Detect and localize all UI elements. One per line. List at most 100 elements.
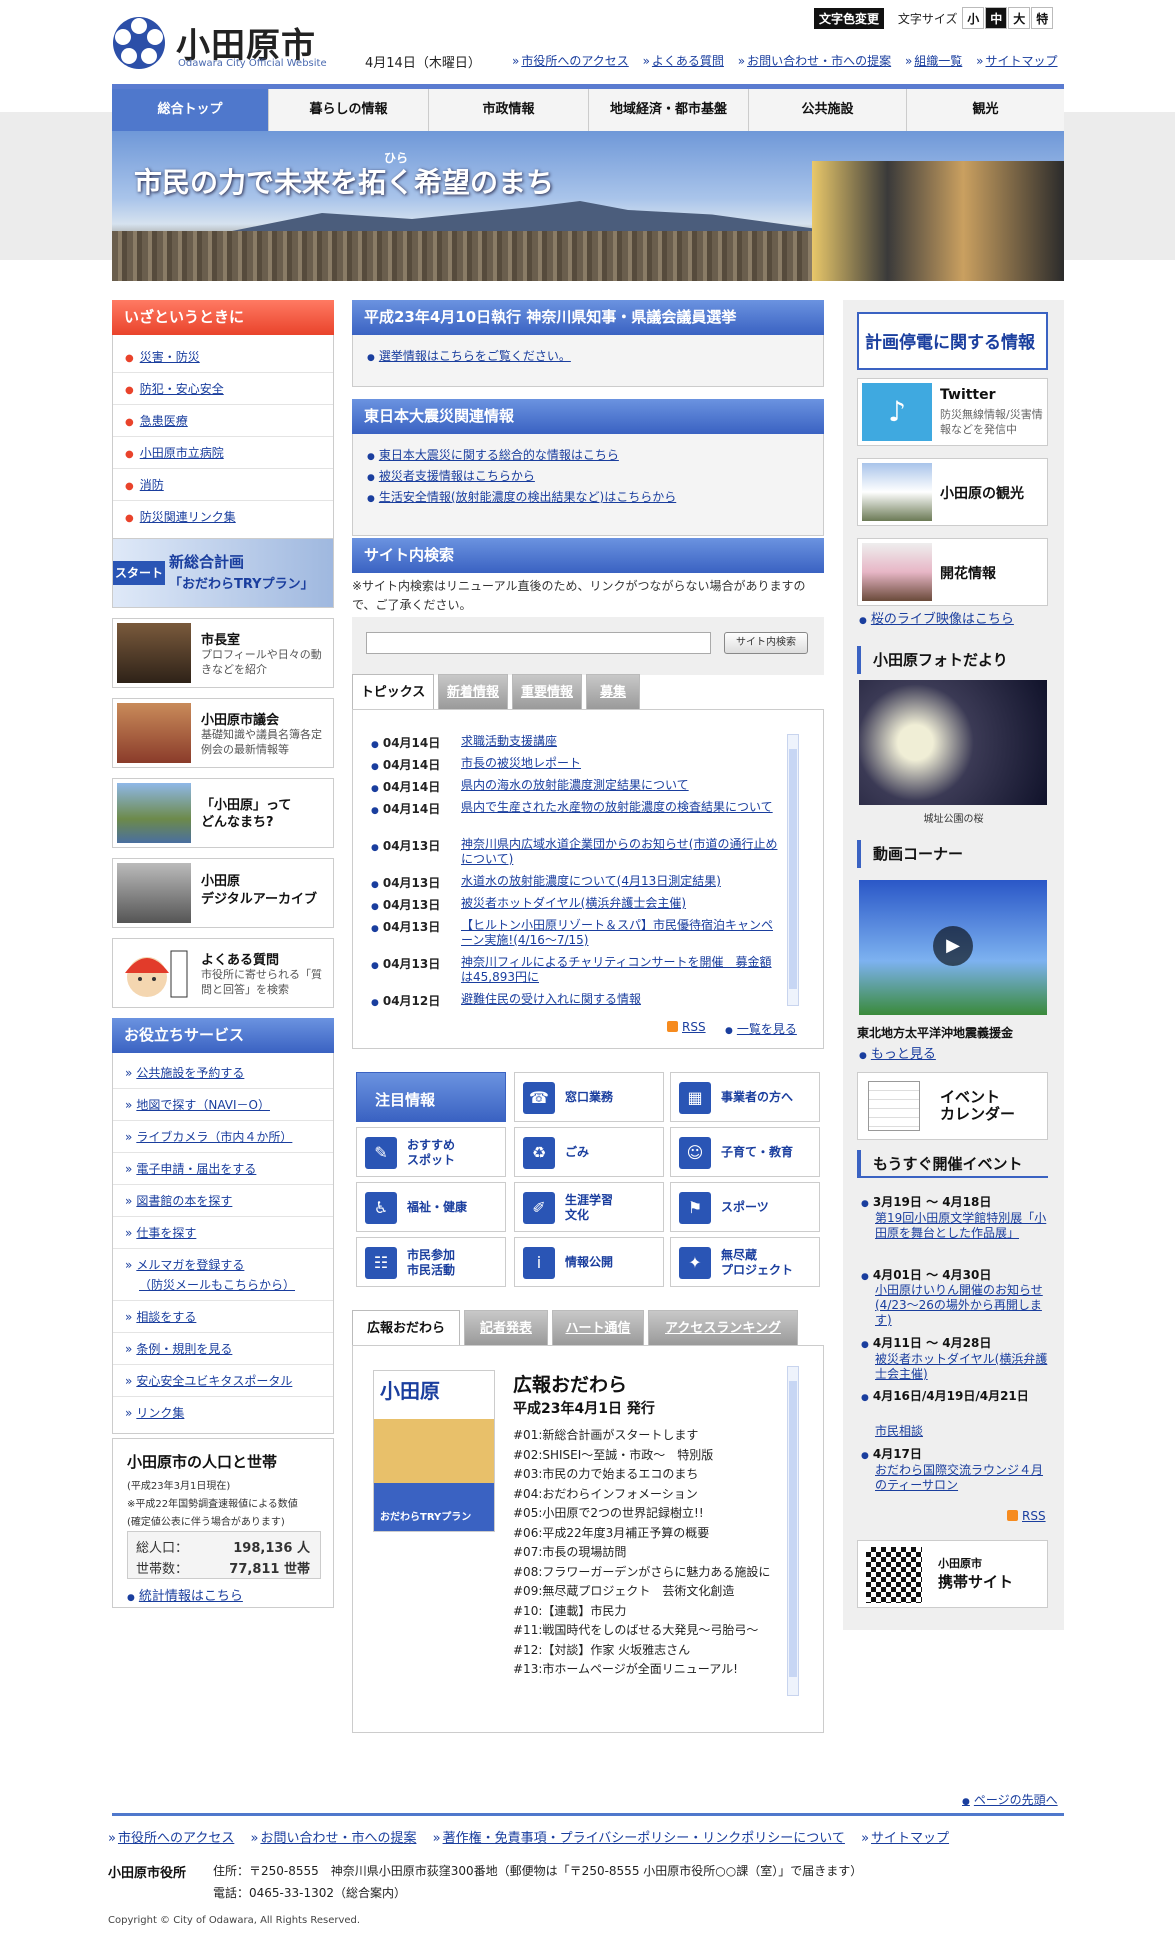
service-item[interactable]: 電子申請・届出をする [113, 1153, 333, 1185]
nav-tourism[interactable]: 観光 [907, 89, 1064, 131]
text-color-button[interactable]: 文字色変更 [814, 8, 885, 29]
tab-important[interactable]: 重要情報 [512, 674, 582, 710]
about-city-banner[interactable]: 「小田原」って どんなまち? [112, 778, 334, 848]
tile-welfare[interactable]: ♿ 福祉・健康 [356, 1182, 506, 1232]
emergency-link[interactable]: 小田原市立病院 [140, 446, 224, 460]
blossom-banner[interactable]: 開花情報 [857, 538, 1048, 606]
mobile-site-banner[interactable]: 小田原市 携帯サイト [857, 1540, 1048, 1608]
footer-link-sitemap[interactable]: サイトマップ [861, 1831, 949, 1846]
movie-more-link[interactable]: もっと見る [859, 1043, 936, 1062]
service-link[interactable]: リンク集 [136, 1406, 184, 1420]
nav-economy[interactable]: 地域経済・都市基盤 [589, 89, 749, 131]
news-link[interactable]: 県内の海水の放射能濃度測定結果について [461, 778, 781, 793]
news-link[interactable]: 神奈川フィルによるチャリティコンサートを開催 募金額は45,893円に [461, 955, 781, 985]
nav-top[interactable]: 総合トップ [112, 89, 269, 131]
tile-learning[interactable]: ✐ 生涯学習 文化 [514, 1182, 664, 1232]
tile-participation[interactable]: ☷ 市民参加 市民活動 [356, 1237, 506, 1287]
tab-koho[interactable]: 広報おだわら [352, 1310, 460, 1346]
emergency-item[interactable]: 急患医療 [113, 405, 333, 437]
header-link-contact[interactable]: お問い合わせ・市への提案 [738, 54, 891, 68]
news-link[interactable]: 県内で生産された水産物の放射能濃度の検査結果について [461, 800, 781, 815]
nav-life[interactable]: 暮らしの情報 [269, 89, 429, 131]
service-item[interactable]: 図書館の本を探す [113, 1185, 333, 1217]
service-item[interactable]: 条例・規則を見る [113, 1333, 333, 1365]
blackout-banner[interactable]: 計画停電に関する情報 [857, 312, 1048, 370]
text-size-small-button[interactable]: 小 [962, 7, 985, 29]
tile-counter[interactable]: ☎ 窓口業務 [514, 1072, 664, 1122]
nav-city-info[interactable]: 市政情報 [429, 89, 589, 131]
news-link[interactable]: 被災者ホットダイヤル(横浜弁護士会主催) [461, 896, 781, 911]
service-link[interactable]: 地図で探す（NAVI－O） [136, 1098, 270, 1112]
search-input[interactable] [366, 632, 711, 654]
quake-link[interactable]: 東日本大震災に関する総合的な情報はこちら [367, 448, 619, 462]
search-button[interactable]: サイト内検索 [724, 632, 808, 654]
news-link[interactable]: 避難住民の受け入れに関する情報 [461, 992, 781, 1007]
tab-topics[interactable]: トピックス [352, 674, 434, 710]
news-more-link[interactable]: 一覧を見る [725, 1020, 797, 1037]
tile-spots[interactable]: ✎ おすすめ スポット [356, 1127, 506, 1177]
site-logo[interactable]: 小田原市 Odawara City Official Website [112, 16, 332, 72]
emergency-link[interactable]: 災害・防災 [140, 350, 200, 364]
quake-link[interactable]: 被災者支援情報はこちらから [367, 469, 535, 483]
quake-link[interactable]: 生活安全情報(放射能濃度の検出結果など)はこちらから [367, 490, 676, 504]
twitter-banner[interactable]: ♪ Twitter 防災無線情報/災害情報などを発信中 [857, 378, 1048, 446]
emergency-item[interactable]: 小田原市立病院 [113, 437, 333, 469]
service-link[interactable]: 仕事を探す [136, 1226, 196, 1240]
service-link[interactable]: メルマガを登録する [136, 1258, 244, 1272]
emergency-link[interactable]: 急患医療 [140, 414, 188, 428]
page-top-link[interactable]: ページの先頭へ [962, 1791, 1058, 1808]
header-link-sitemap[interactable]: サイトマップ [976, 54, 1057, 68]
service-link-sub[interactable]: （防災メールもこちらから） [139, 1278, 295, 1292]
service-link[interactable]: ライブカメラ（市内４か所） [136, 1130, 292, 1144]
event-link[interactable]: 被災者ホットダイヤル(横浜弁護士会主催) [875, 1352, 1050, 1382]
service-link[interactable]: 相談をする [136, 1310, 196, 1324]
service-link[interactable]: 条例・規則を見る [136, 1342, 232, 1356]
text-size-large-button[interactable]: 大 [1008, 7, 1031, 29]
tab-heart[interactable]: ハート通信 [552, 1310, 644, 1346]
council-banner[interactable]: 小田原市議会 基礎知識や議員名簿各定例会の最新情報等 [112, 698, 334, 768]
service-item[interactable]: リンク集 [113, 1397, 333, 1429]
nav-facilities[interactable]: 公共施設 [749, 89, 907, 131]
scroll-thumb[interactable] [789, 749, 797, 989]
koho-scrollbar[interactable] [787, 1366, 799, 1696]
header-link-access[interactable]: 市役所へのアクセス [512, 54, 628, 68]
sakura-live-link[interactable]: 桜のライブ映像はこちら [859, 608, 1014, 627]
emergency-link[interactable]: 消防 [140, 478, 164, 492]
service-item[interactable]: 相談をする [113, 1301, 333, 1333]
news-rss-link[interactable]: RSS [667, 1020, 706, 1034]
tile-disclosure[interactable]: i 情報公開 [514, 1237, 664, 1287]
mayor-banner[interactable]: 市長室 プロフィールや日々の動きなどを紹介 [112, 618, 334, 688]
news-link[interactable]: 市長の被災地レポート [461, 756, 781, 771]
play-icon[interactable]: ▶ [933, 926, 973, 966]
header-link-faq[interactable]: よくある質問 [643, 54, 724, 68]
news-link[interactable]: 【ヒルトン小田原リゾート＆スパ】市民優待宿泊キャンペーン実施!(4/16～7/1… [461, 918, 781, 948]
emergency-item[interactable]: 防災関連リンク集 [113, 501, 333, 533]
emergency-item[interactable]: 災害・防災 [113, 341, 333, 373]
service-item[interactable]: 安心安全ユビキタスポータル [113, 1365, 333, 1397]
tab-press[interactable]: 記者発表 [464, 1310, 548, 1346]
faq-banner[interactable]: よくある質問 市役所に寄せられる「質問と回答」を検索 [112, 938, 334, 1008]
archive-banner[interactable]: 小田原 デジタルアーカイブ [112, 858, 334, 928]
footer-link-contact[interactable]: お問い合わせ・市への提案 [250, 1831, 416, 1846]
footer-link-access[interactable]: 市役所へのアクセス [108, 1831, 234, 1846]
service-item[interactable]: 公共施設を予約する [113, 1057, 333, 1089]
emergency-item[interactable]: 防犯・安心安全 [113, 373, 333, 405]
election-link[interactable]: 選挙情報はこちらをご覧ください。 [367, 349, 571, 363]
news-scrollbar[interactable] [787, 734, 799, 1006]
photo-image[interactable] [859, 680, 1047, 805]
event-calendar-banner[interactable]: イベント カレンダー [857, 1072, 1048, 1140]
event-link[interactable]: 市民相談 [875, 1424, 1050, 1439]
tile-garbage[interactable]: ♻ ごみ [514, 1127, 664, 1177]
scroll-thumb[interactable] [789, 1381, 797, 1677]
tile-sports[interactable]: ⚑ スポーツ [670, 1182, 820, 1232]
service-item[interactable]: 地図で探す（NAVI－O） [113, 1089, 333, 1121]
emergency-item[interactable]: 消防 [113, 469, 333, 501]
statistics-link[interactable]: 統計情報はこちら [127, 1585, 243, 1604]
koho-cover[interactable]: 小田原 おだわらTRYプラン [373, 1370, 495, 1532]
event-link[interactable]: おだわら国際交流ラウンジ４月のティーサロン [875, 1463, 1050, 1493]
text-size-special-button[interactable]: 特 [1031, 7, 1054, 29]
news-link[interactable]: 求職活動支援講座 [461, 734, 781, 749]
tab-new[interactable]: 新着情報 [438, 674, 508, 710]
event-link[interactable]: 第19回小田原文学館特別展「小田原を舞台とした作品展」 [875, 1211, 1050, 1241]
events-rss-link[interactable]: RSS [1007, 1509, 1046, 1523]
